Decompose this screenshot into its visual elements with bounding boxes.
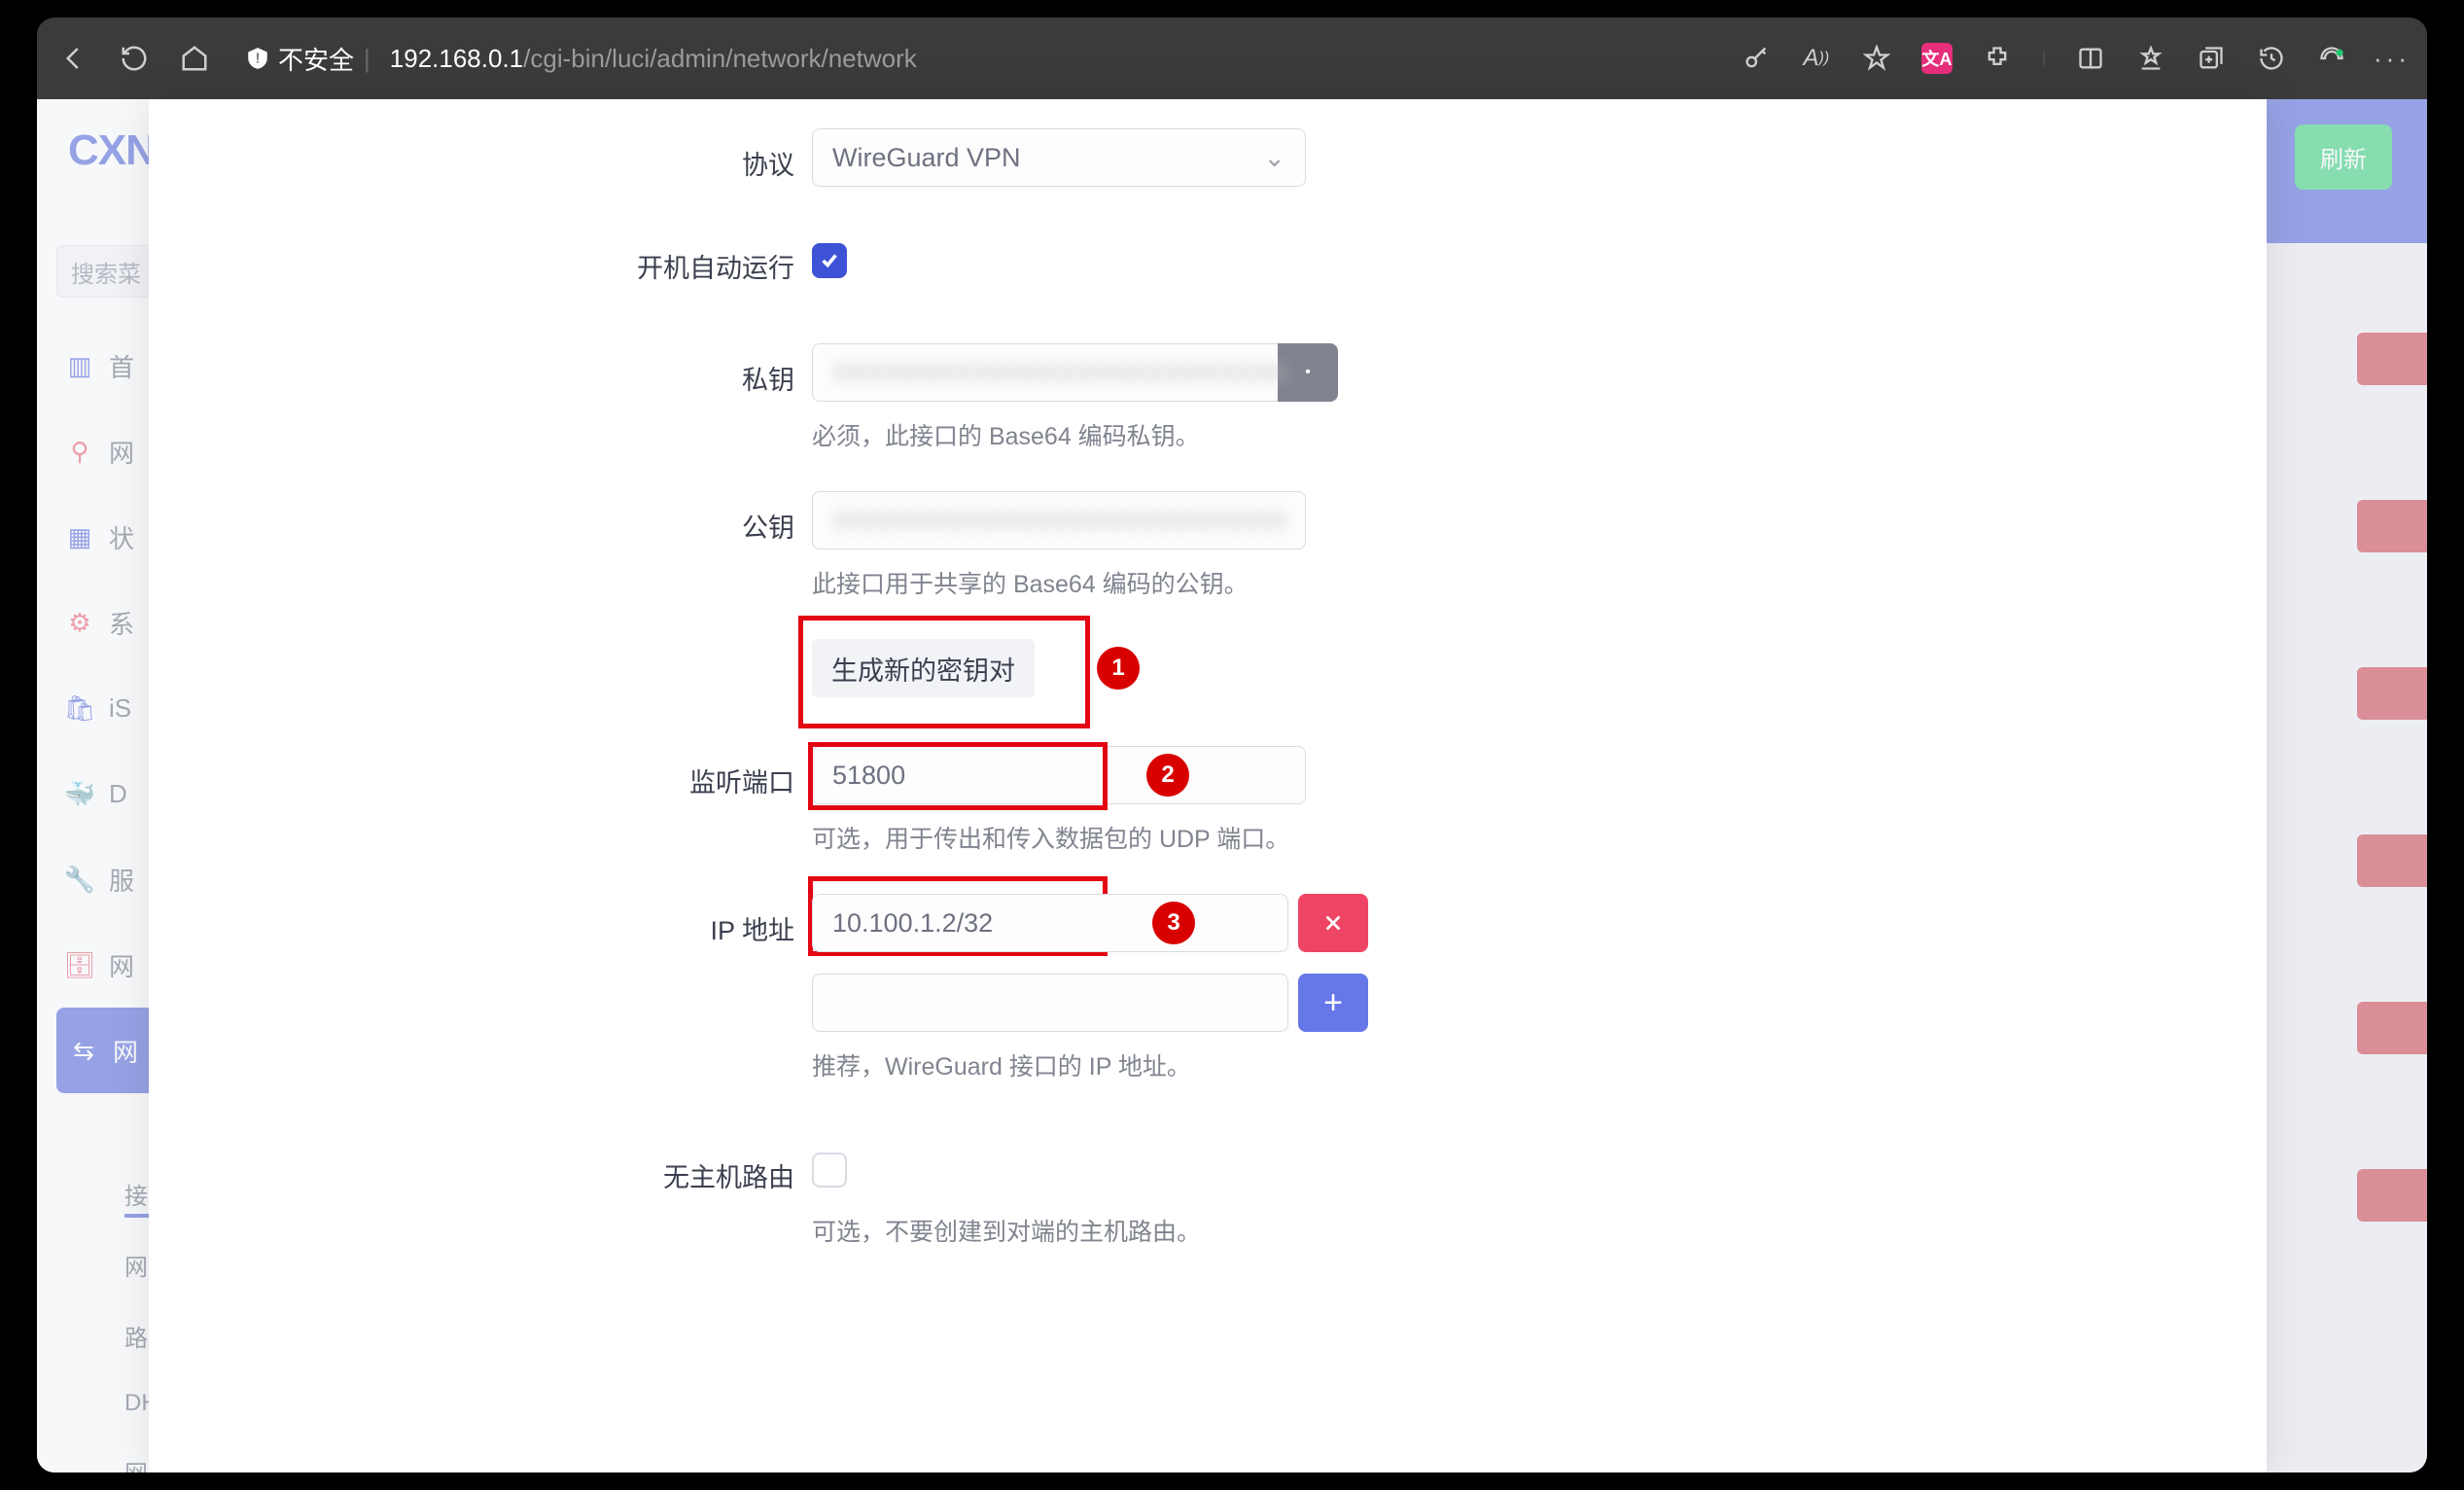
split-screen-icon[interactable]	[2075, 43, 2106, 74]
annotation-3: 3	[1152, 902, 1195, 944]
row-protocol: 协议 WireGuard VPN ⌄	[149, 128, 2267, 187]
annotation-1: 1	[1097, 647, 1140, 690]
annotation-2: 2	[1146, 754, 1189, 797]
public-key-input[interactable]: XXXXXXXXXXXXXXXXXXXXXXXXXX	[812, 491, 1306, 550]
refresh-icon[interactable]	[117, 41, 152, 76]
private-key-value: XXXXXXXXXXXXXXXXXXXXXXXXXX	[832, 358, 1287, 388]
ip-remove-button[interactable]	[1298, 894, 1368, 952]
public-key-value: XXXXXXXXXXXXXXXXXXXXXXXXXX	[832, 506, 1287, 536]
security-label: 不安全	[278, 41, 354, 77]
row-ip-address: IP 地址 10.100.1.2/32 3	[149, 894, 2267, 1112]
address-bar[interactable]: ! 不安全 | 192.168.0.1/cgi-bin/luci/admin/n…	[245, 41, 917, 77]
no-host-route-checkbox[interactable]	[812, 1153, 847, 1188]
private-key-label: 私钥	[149, 343, 812, 397]
ip-address-input-0[interactable]: 10.100.1.2/32	[812, 894, 1288, 952]
generate-keypair-button[interactable]: 生成新的密钥对	[812, 639, 1035, 697]
protocol-label: 协议	[149, 128, 812, 182]
row-public-key: 公钥 XXXXXXXXXXXXXXXXXXXXXXXXXX 此接口用于共享的 B…	[149, 491, 2267, 629]
url-host: 192.168.0.1	[390, 44, 523, 73]
wireguard-form: 协议 WireGuard VPN ⌄ 开机自动运行	[149, 99, 2267, 1277]
svg-text:!: !	[256, 50, 260, 66]
url-text: 192.168.0.1/cgi-bin/luci/admin/network/n…	[390, 44, 917, 74]
autorun-label: 开机自动运行	[149, 231, 812, 285]
listen-port-label: 监听端口	[149, 746, 812, 799]
back-icon[interactable]	[56, 41, 91, 76]
ip-address-label: IP 地址	[149, 894, 812, 947]
protocol-value: WireGuard VPN	[832, 143, 1021, 173]
protocol-select[interactable]: WireGuard VPN ⌄	[812, 128, 1306, 187]
page-content: 刷新 CXN 搜索菜 ▥首 ⚲网 ▦状 ⚙系 🛍iS 🐳D 🔧服 🗄网 ⇆网 接…	[37, 99, 2427, 1472]
interface-config-modal: 协议 WireGuard VPN ⌄ 开机自动运行	[149, 99, 2267, 1472]
private-key-hint: 必须，此接口的 Base64 编码私钥。	[812, 417, 1882, 452]
collections-icon[interactable]	[2196, 43, 2227, 74]
no-host-route-label: 无主机路由	[149, 1141, 812, 1194]
listen-port-hint: 可选，用于传出和传入数据包的 UDP 端口。	[812, 820, 1882, 855]
extensions-icon[interactable]	[1982, 43, 2013, 74]
nav-icons-group	[56, 41, 212, 76]
favorites-bar-icon[interactable]	[2135, 43, 2166, 74]
translate-badge[interactable]: 文A	[1921, 43, 1953, 74]
chevron-down-icon: ⌄	[1263, 143, 1285, 173]
url-path: /cgi-bin/luci/admin/network/network	[523, 44, 917, 73]
browser-titlebar: ! 不安全 | 192.168.0.1/cgi-bin/luci/admin/n…	[37, 18, 2427, 99]
row-gen-keypair: 生成新的密钥对 1	[149, 639, 2267, 697]
autorun-checkbox[interactable]	[812, 243, 847, 278]
row-no-host-route: 无主机路由 可选，不要创建到对端的主机路由。	[149, 1141, 2267, 1277]
more-icon[interactable]: ···	[2376, 43, 2408, 74]
history-icon[interactable]	[2256, 43, 2287, 74]
browser-window: ! 不安全 | 192.168.0.1/cgi-bin/luci/admin/n…	[37, 18, 2427, 1472]
ip-address-hint: 推荐，WireGuard 接口的 IP 地址。	[812, 1047, 1882, 1082]
read-aloud-icon[interactable]: A))	[1801, 43, 1832, 74]
key-icon[interactable]	[1741, 43, 1772, 74]
row-private-key: 私钥 XXXXXXXXXXXXXXXXXXXXXXXXXX • 必须，此接口的 …	[149, 343, 2267, 481]
home-icon[interactable]	[177, 41, 212, 76]
public-key-label: 公钥	[149, 491, 812, 545]
ip-add-button[interactable]: +	[1298, 974, 1368, 1032]
no-host-route-hint: 可选，不要创建到对端的主机路由。	[812, 1213, 1882, 1248]
listen-port-input[interactable]: 51800	[812, 746, 1306, 804]
row-autorun: 开机自动运行	[149, 231, 2267, 285]
favorite-icon[interactable]	[1861, 43, 1892, 74]
private-key-input[interactable]: XXXXXXXXXXXXXXXXXXXXXXXXXX	[812, 343, 1279, 402]
ip-address-input-1[interactable]	[812, 974, 1288, 1032]
security-badge: ! 不安全	[245, 41, 354, 77]
performance-icon[interactable]	[2316, 43, 2347, 74]
row-listen-port: 监听端口 51800 2 可选，用于传出和传入数据包的 UDP 端口。	[149, 746, 2267, 884]
public-key-hint: 此接口用于共享的 Base64 编码的公钥。	[812, 565, 1882, 600]
toolbar-right: A)) 文A | ···	[1741, 43, 2408, 74]
